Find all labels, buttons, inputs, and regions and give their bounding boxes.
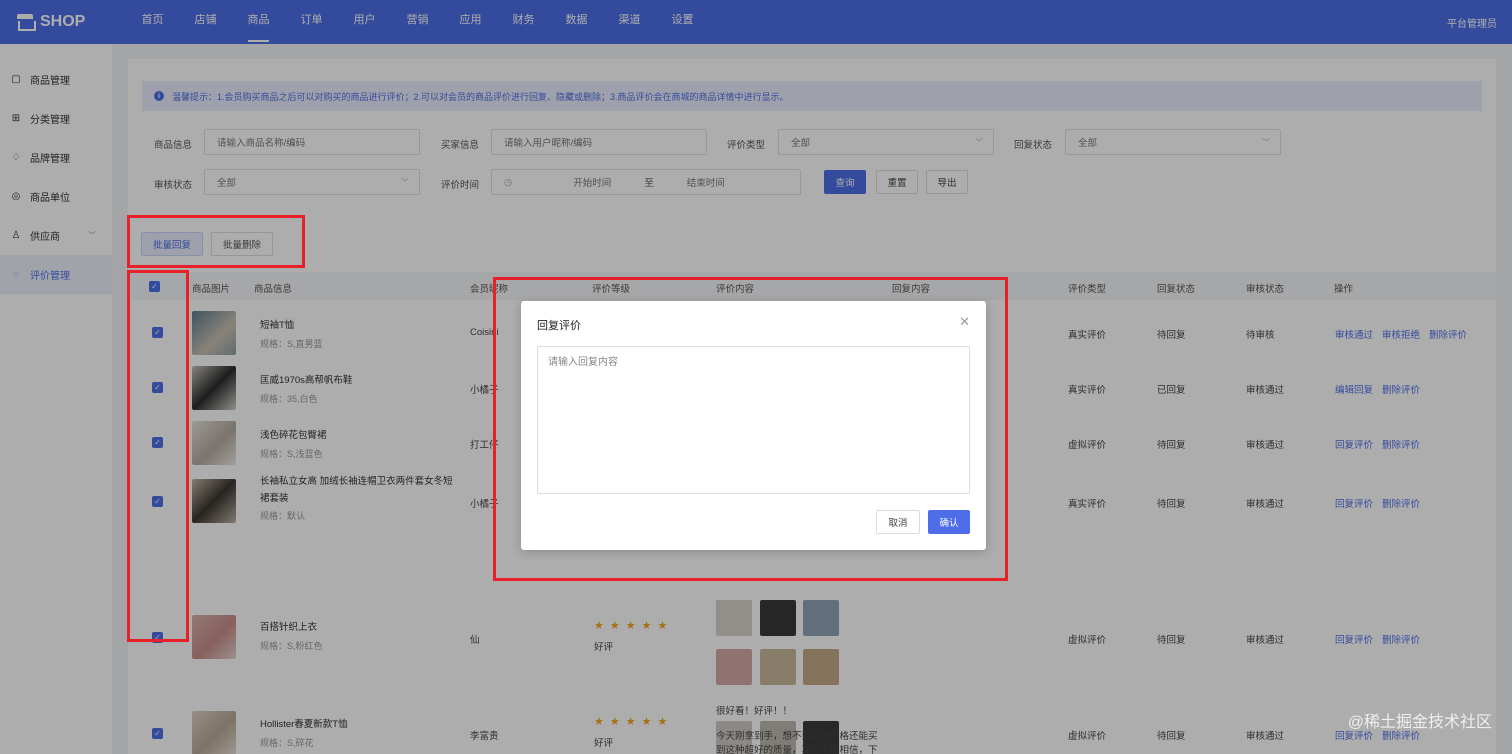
confirm-button[interactable]: 确认 xyxy=(928,510,970,534)
reply-placeholder: 请输入回复内容 xyxy=(548,357,618,368)
cancel-button[interactable]: 取消 xyxy=(876,510,920,534)
highlight-box-bulk-actions xyxy=(127,215,305,268)
close-icon[interactable]: ✕ xyxy=(959,314,970,330)
reply-review-dialog: 回复评价 ✕ 请输入回复内容 取消 确认 xyxy=(521,301,986,550)
watermark: @稀土掘金技术社区 xyxy=(1347,714,1492,731)
dialog-title: 回复评价 xyxy=(537,320,581,332)
highlight-box-checkboxes xyxy=(127,270,189,642)
reply-textarea[interactable]: 请输入回复内容 xyxy=(537,346,970,494)
